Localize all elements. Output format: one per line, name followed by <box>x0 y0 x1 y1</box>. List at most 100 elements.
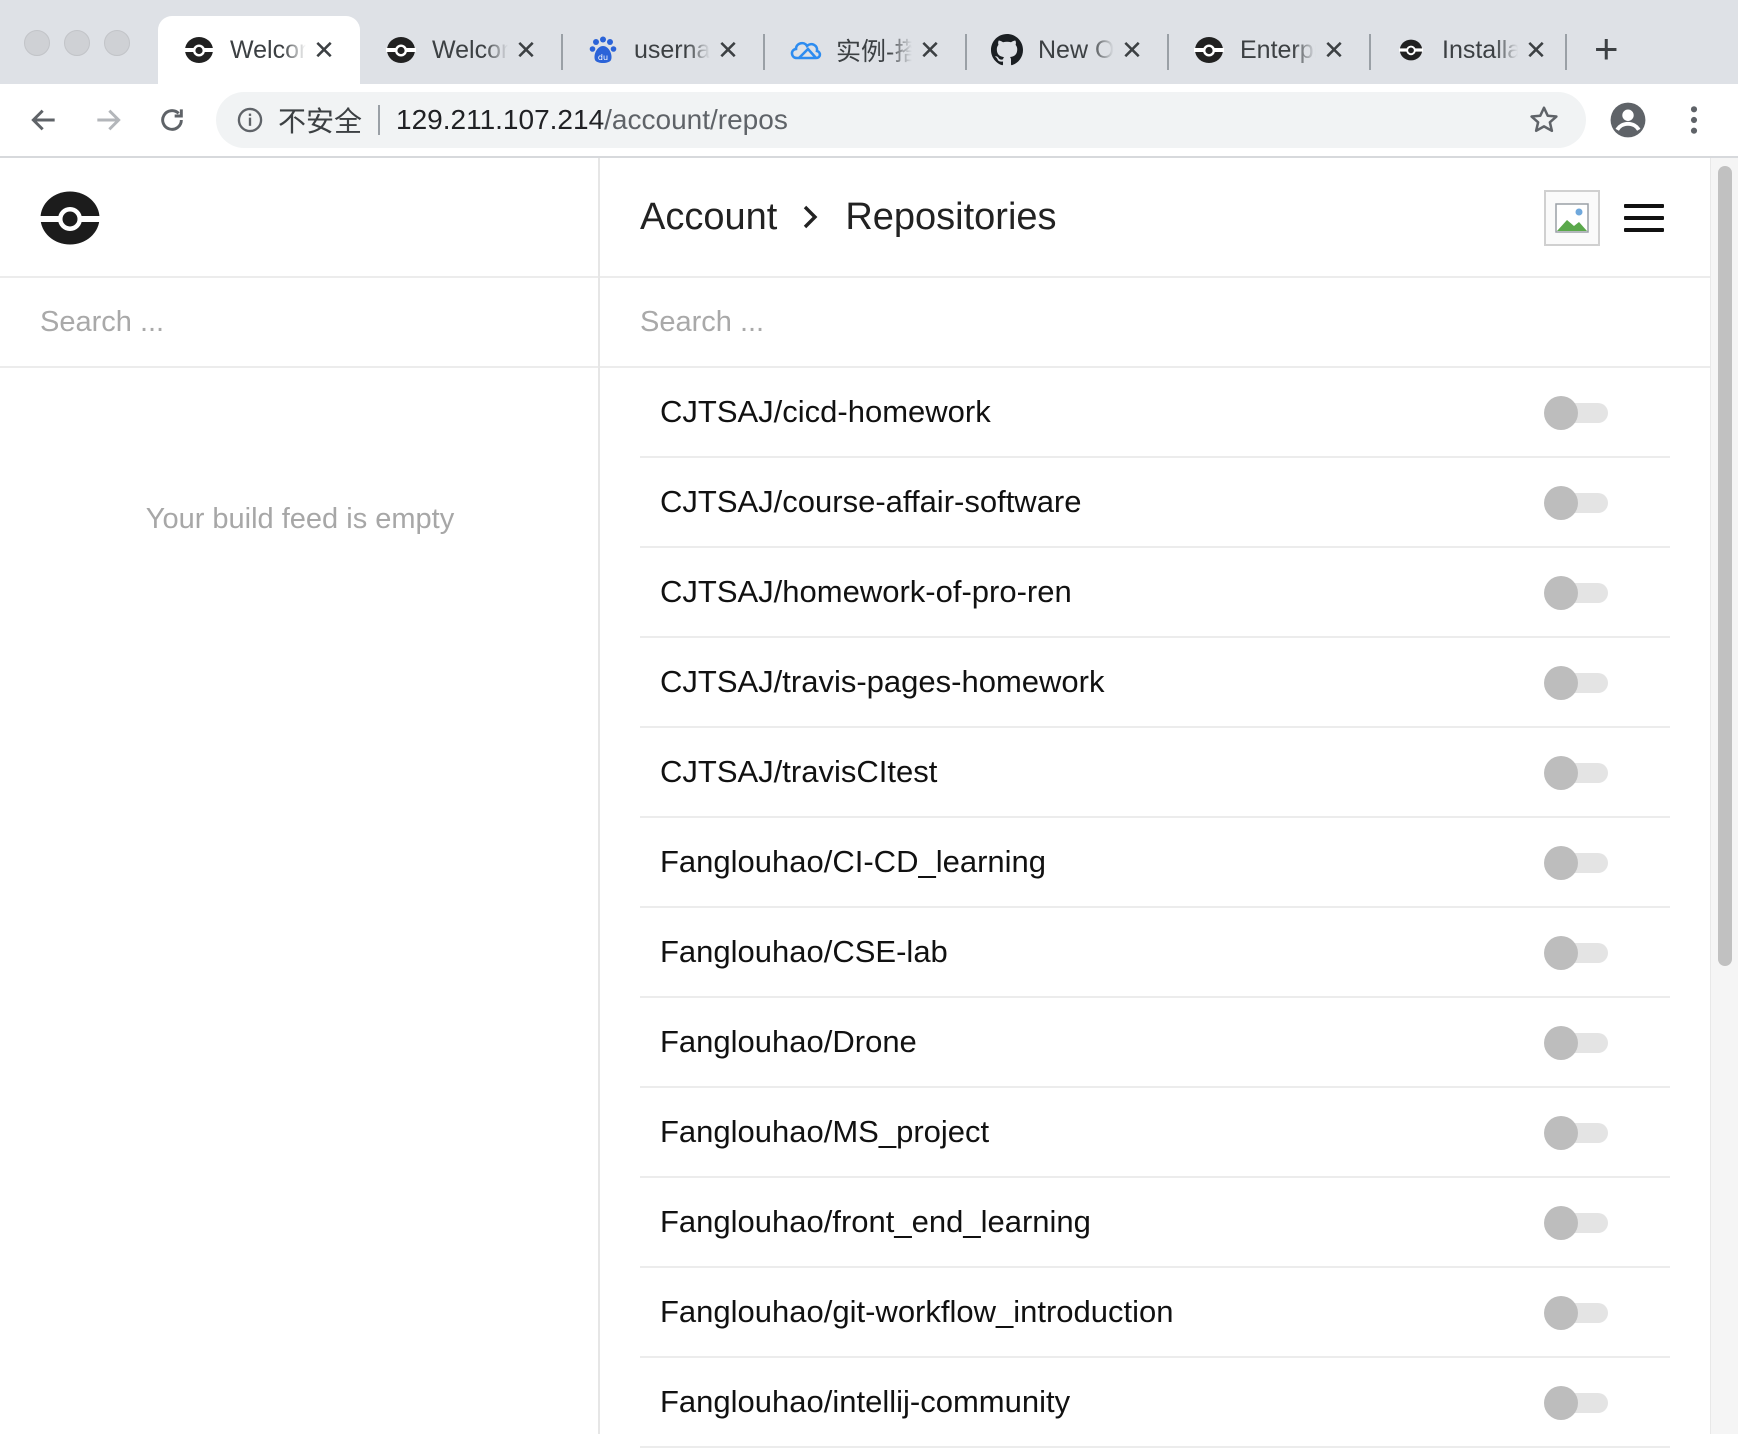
github-icon <box>990 33 1024 67</box>
tab-title: Welcome <box>432 35 508 64</box>
repo-activate-toggle[interactable] <box>1544 1116 1608 1150</box>
list-item[interactable]: CJTSAJ/course-affair-software <box>640 458 1670 548</box>
repo-activate-toggle[interactable] <box>1544 576 1608 610</box>
repo-name[interactable]: CJTSAJ/course-affair-software <box>660 484 1082 520</box>
avatar[interactable] <box>1544 190 1600 246</box>
list-item[interactable]: Fanglouhao/CI-CD_learning <box>640 818 1670 908</box>
browser-menu-button[interactable] <box>1670 96 1718 144</box>
list-item[interactable]: Fanglouhao/front_end_learning <box>640 1178 1670 1268</box>
repo-name[interactable]: CJTSAJ/cicd-homework <box>660 394 991 430</box>
tab-strip: Welcome ✕ Welcome ✕ du username ✕ 实例-搭建 … <box>0 0 1738 84</box>
broken-image-icon <box>1555 203 1589 233</box>
list-item[interactable]: Fanglouhao/intellij-community <box>640 1358 1670 1448</box>
breadcrumb-account[interactable]: Account <box>640 196 777 239</box>
list-item[interactable]: Fanglouhao/Drone <box>640 998 1670 1088</box>
repo-activate-toggle[interactable] <box>1544 1026 1608 1060</box>
repo-name[interactable]: Fanglouhao/MS_project <box>660 1114 989 1150</box>
repo-name[interactable]: CJTSAJ/travis-pages-homework <box>660 664 1104 700</box>
drone-icon <box>384 33 418 67</box>
drone-logo-icon[interactable] <box>40 190 100 251</box>
repo-activate-toggle[interactable] <box>1544 756 1608 790</box>
repo-activate-toggle[interactable] <box>1544 846 1608 880</box>
repo-list: CJTSAJ/cicd-homework CJTSAJ/course-affai… <box>640 368 1670 1448</box>
close-icon[interactable]: ✕ <box>916 35 944 66</box>
repo-name[interactable]: Fanglouhao/intellij-community <box>660 1384 1070 1420</box>
repo-activate-toggle[interactable] <box>1544 936 1608 970</box>
page: Your build feed is empty Account Reposit… <box>0 158 1738 1448</box>
bookmark-star-icon[interactable] <box>1528 104 1560 141</box>
chevron-right-icon <box>801 204 819 230</box>
repo-name[interactable]: CJTSAJ/homework-of-pro-ren <box>660 574 1072 610</box>
repo-name[interactable]: Fanglouhao/front_end_learning <box>660 1204 1091 1240</box>
back-button[interactable] <box>20 96 68 144</box>
close-icon[interactable]: ✕ <box>1320 35 1348 66</box>
hamburger-menu-icon[interactable] <box>1624 198 1664 238</box>
account-circle-icon <box>1610 102 1646 138</box>
list-item[interactable]: Fanglouhao/CSE-lab <box>640 908 1670 998</box>
address-bar[interactable]: 不安全 129.211.107.214/account/repos <box>216 92 1586 148</box>
repo-activate-toggle[interactable] <box>1544 486 1608 520</box>
cloud-icon <box>788 33 822 67</box>
close-icon[interactable]: ✕ <box>1118 35 1146 66</box>
close-icon[interactable]: ✕ <box>714 35 742 66</box>
feed-search-input[interactable] <box>40 305 543 339</box>
tab-title: username <box>634 35 710 64</box>
list-item[interactable]: CJTSAJ/travisCItest <box>640 728 1670 818</box>
window-close-button[interactable] <box>24 30 50 56</box>
tab-title: Welcome <box>230 35 306 64</box>
browser-tab[interactable]: 实例-搭建 ✕ <box>764 16 966 84</box>
profile-button[interactable] <box>1604 96 1652 144</box>
build-feed-pane: Your build feed is empty <box>0 158 600 1434</box>
kebab-menu-icon <box>1690 106 1698 134</box>
arrow-left-icon <box>31 109 55 131</box>
url-host: 129.211.107.214 <box>396 104 605 135</box>
browser-toolbar: 不安全 129.211.107.214/account/repos <box>0 84 1738 158</box>
browser-tab[interactable]: Enterprise ✕ <box>1168 16 1370 84</box>
tab-title: 实例-搭建 <box>836 38 912 66</box>
browser-tab[interactable]: Installation ✕ <box>1370 16 1572 84</box>
close-icon[interactable]: ✕ <box>1522 35 1550 66</box>
page-title: Repositories <box>845 195 1057 238</box>
repo-activate-toggle[interactable] <box>1544 396 1608 430</box>
repo-name[interactable]: Fanglouhao/git-workflow_introduction <box>660 1294 1174 1330</box>
window-minimize-button[interactable] <box>64 30 90 56</box>
window-zoom-button[interactable] <box>104 30 130 56</box>
list-item[interactable]: Fanglouhao/MS_project <box>640 1088 1670 1178</box>
reload-icon <box>161 109 183 131</box>
repo-activate-toggle[interactable] <box>1544 1296 1608 1330</box>
repo-activate-toggle[interactable] <box>1544 1386 1608 1420</box>
page-scrollbar[interactable] <box>1710 158 1738 1434</box>
browser-tab[interactable]: New OAuth ✕ <box>966 16 1168 84</box>
tab-title: Installation <box>1442 35 1518 64</box>
info-icon[interactable] <box>236 106 264 134</box>
repo-activate-toggle[interactable] <box>1544 1206 1608 1240</box>
svg-text:du: du <box>598 53 608 62</box>
drone-icon <box>1394 33 1428 67</box>
list-item[interactable]: Fanglouhao/git-workflow_introduction <box>640 1268 1670 1358</box>
new-tab-button[interactable]: + <box>1594 28 1619 70</box>
browser-tab[interactable]: Welcome ✕ <box>360 16 562 84</box>
empty-feed-message: Your build feed is empty <box>145 503 455 535</box>
repo-name[interactable]: Fanglouhao/CI-CD_learning <box>660 844 1046 880</box>
close-icon[interactable]: ✕ <box>512 35 540 66</box>
list-item[interactable]: CJTSAJ/travis-pages-homework <box>640 638 1670 728</box>
drone-icon <box>182 33 216 67</box>
browser-tab[interactable]: du username ✕ <box>562 16 764 84</box>
url-text[interactable]: 129.211.107.214/account/repos <box>396 104 788 136</box>
repo-name[interactable]: Fanglouhao/CSE-lab <box>660 934 948 970</box>
scrollbar-thumb[interactable] <box>1718 166 1732 966</box>
repo-name[interactable]: Fanglouhao/Drone <box>660 1024 917 1060</box>
url-path: /account/repos <box>604 104 788 135</box>
tab-title: Enterprise <box>1240 35 1316 64</box>
repo-name[interactable]: CJTSAJ/travisCItest <box>660 754 937 790</box>
repo-search-input[interactable] <box>640 305 1603 339</box>
list-item[interactable]: CJTSAJ/cicd-homework <box>640 368 1670 458</box>
browser-tab[interactable]: Welcome ✕ <box>158 16 360 84</box>
repo-activate-toggle[interactable] <box>1544 666 1608 700</box>
baidu-icon: du <box>586 33 620 67</box>
close-icon[interactable]: ✕ <box>310 35 338 66</box>
list-item[interactable]: CJTSAJ/homework-of-pro-ren <box>640 548 1670 638</box>
drone-icon <box>1192 33 1226 67</box>
forward-button[interactable] <box>84 96 132 144</box>
reload-button[interactable] <box>148 96 196 144</box>
